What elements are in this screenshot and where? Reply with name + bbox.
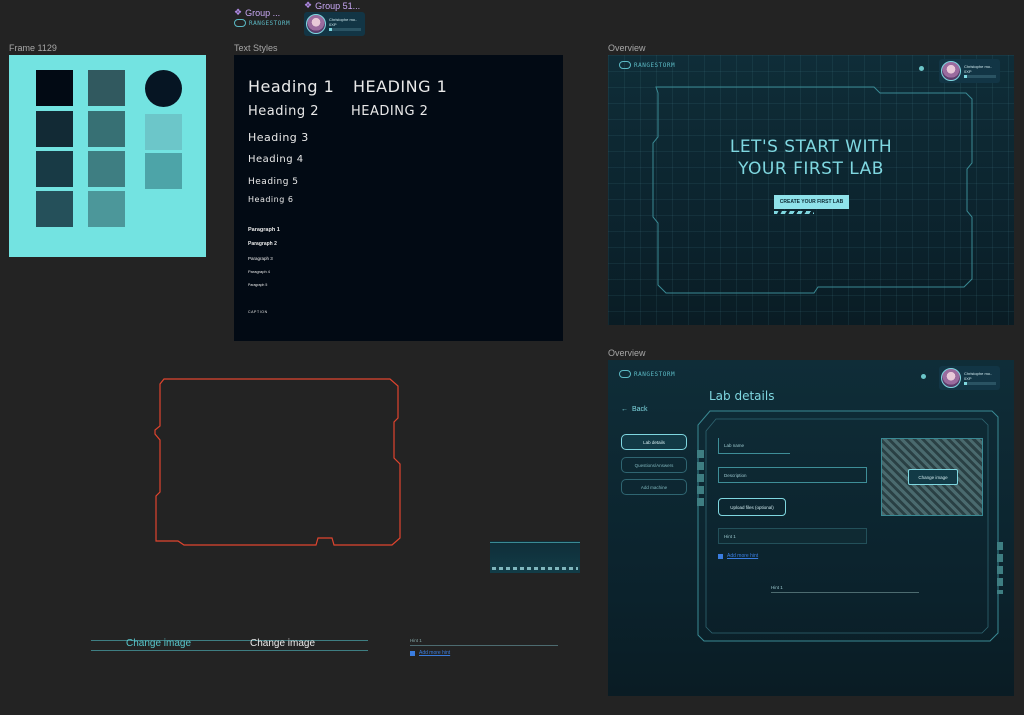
profile-card[interactable]: Christophe mo.. 0XP bbox=[939, 366, 1000, 390]
paragraph-4-sample: Paragraph 4 bbox=[248, 269, 271, 274]
frame-label-overview-1[interactable]: Overview bbox=[608, 43, 646, 53]
add-more-hint-link[interactable]: Add more hint bbox=[410, 650, 450, 656]
sci-fi-frame-border bbox=[652, 86, 973, 294]
heading-2-caps-sample: HEADING 2 bbox=[351, 104, 429, 119]
sidebar-item-questions-answers[interactable]: Questions/Answers bbox=[621, 457, 687, 473]
paragraph-2-sample: Paragraph 2 bbox=[248, 241, 277, 247]
profile-xp: 0XP bbox=[964, 376, 972, 381]
gradient-bar-widget bbox=[490, 541, 580, 573]
frame-label-overview-2[interactable]: Overview bbox=[608, 348, 646, 358]
heading-5-sample: Heading 5 bbox=[248, 177, 299, 187]
avatar bbox=[306, 14, 326, 34]
hint-label: Hint 1 bbox=[410, 638, 422, 643]
paragraph-5-sample: Paragraph 5 bbox=[248, 283, 268, 287]
notification-bell-icon[interactable] bbox=[919, 66, 924, 71]
logo-icon bbox=[234, 19, 246, 27]
paragraph-3-sample: Paragraph 3 bbox=[248, 256, 273, 261]
side-decoration-right bbox=[997, 542, 1003, 594]
hint-underline[interactable] bbox=[771, 592, 919, 593]
component-icon: ❖ bbox=[304, 0, 313, 10]
frame-label-1129[interactable]: Frame 1129 bbox=[9, 43, 57, 53]
color-swatch bbox=[145, 153, 182, 189]
change-image-label-cyan[interactable]: Change image bbox=[126, 638, 191, 649]
paragraph-1-sample: Paragraph 1 bbox=[248, 227, 280, 233]
add-icon bbox=[718, 553, 723, 559]
frame-shape-outline bbox=[154, 378, 401, 546]
color-palette-frame bbox=[9, 55, 206, 257]
component-name: Group ... bbox=[245, 7, 281, 18]
description-input[interactable]: Description bbox=[718, 467, 867, 483]
sidebar-item-add-machine[interactable]: Add machine bbox=[621, 479, 687, 495]
color-swatch bbox=[36, 70, 73, 106]
component-label-group-51[interactable]: ❖ Group 51... bbox=[304, 0, 360, 11]
profile-card[interactable]: Christophe mo.. 0XP bbox=[939, 59, 1000, 83]
color-swatch bbox=[36, 191, 73, 227]
hint-underline[interactable] bbox=[410, 645, 558, 646]
overview-empty-state-frame: RANGESTORM Christophe mo.. 0XP LET'S STA… bbox=[608, 55, 1014, 325]
upload-files-button[interactable]: Upload files (optional) bbox=[718, 498, 786, 516]
add-more-hint-text: Add more hint bbox=[727, 553, 759, 559]
avatar bbox=[941, 368, 961, 388]
color-swatch bbox=[88, 70, 125, 106]
logo-icon bbox=[619, 61, 631, 69]
xp-progress-bar bbox=[964, 382, 996, 385]
logo-text: RANGESTORM bbox=[634, 61, 676, 69]
page-title: Lab details bbox=[709, 389, 775, 403]
heading-6-sample: Heading 6 bbox=[248, 195, 294, 204]
segment-strip bbox=[492, 567, 578, 570]
notification-bell-icon[interactable] bbox=[921, 374, 926, 379]
color-swatch bbox=[88, 191, 125, 227]
profile-xp: 0XP bbox=[964, 69, 972, 74]
overview-lab-details-frame: RANGESTORM Christophe mo.. 0XP Lab detai… bbox=[608, 360, 1014, 696]
avatar bbox=[941, 61, 961, 81]
heading-1-sample: Heading 1 bbox=[248, 77, 335, 96]
rangestorm-logo: RANGESTORM bbox=[234, 19, 290, 27]
lab-name-input[interactable]: Lab name bbox=[718, 438, 790, 454]
heading-4-sample: Heading 4 bbox=[248, 154, 304, 165]
component-name: Group 51... bbox=[315, 0, 361, 11]
xp-progress-bar bbox=[964, 75, 996, 78]
back-button[interactable]: ← Back bbox=[621, 406, 648, 413]
arrow-left-icon: ← bbox=[621, 406, 628, 413]
heading-2-sample: Heading 2 bbox=[248, 104, 319, 119]
text-styles-frame: Heading 1 HEADING 1 Heading 2 HEADING 2 … bbox=[234, 55, 563, 341]
hint-label: Hint 1 bbox=[771, 585, 783, 590]
add-more-hint-link[interactable]: Add more hint bbox=[718, 553, 758, 559]
profile-card[interactable]: Christophe mo.. 0XP bbox=[304, 12, 365, 36]
add-icon bbox=[410, 650, 415, 656]
add-more-hint-text: Add more hint bbox=[419, 650, 451, 656]
logo-text: RANGESTORM bbox=[634, 370, 676, 378]
change-image-button[interactable]: Change image bbox=[908, 469, 958, 485]
hint-input[interactable]: Hint 1 bbox=[718, 528, 867, 544]
profile-xp: 0XP bbox=[329, 22, 337, 27]
side-decoration-left bbox=[697, 450, 704, 508]
logo-icon bbox=[619, 370, 631, 378]
frame-label-text-styles[interactable]: Text Styles bbox=[234, 43, 278, 53]
component-label-group[interactable]: ❖ Group ... bbox=[234, 7, 280, 18]
button-stripe-decoration bbox=[774, 211, 814, 214]
sidebar-item-lab-details[interactable]: Lab details bbox=[621, 434, 687, 450]
hero-title-line-2: YOUR FIRST LAB bbox=[738, 159, 884, 179]
change-image-label-white[interactable]: Change image bbox=[250, 638, 315, 649]
back-label: Back bbox=[632, 406, 648, 413]
logo-text: RANGESTORM bbox=[249, 19, 291, 27]
heading-3-sample: Heading 3 bbox=[248, 131, 309, 144]
caption-sample: CAPTION bbox=[248, 310, 268, 314]
heading-1-caps-sample: HEADING 1 bbox=[353, 77, 448, 96]
component-icon: ❖ bbox=[234, 7, 243, 17]
hero-title-line-1: LET'S START WITH bbox=[729, 137, 893, 157]
create-first-lab-button[interactable]: CREATE YOUR FIRST LAB bbox=[774, 195, 849, 209]
color-swatch bbox=[145, 114, 182, 150]
color-swatch bbox=[88, 111, 125, 147]
color-swatch-circle bbox=[145, 70, 182, 107]
color-swatch bbox=[36, 111, 73, 147]
color-swatch bbox=[36, 151, 73, 187]
xp-progress-bar bbox=[329, 28, 361, 31]
rangestorm-logo: RANGESTORM bbox=[619, 370, 675, 378]
rangestorm-logo: RANGESTORM bbox=[619, 61, 675, 69]
divider bbox=[490, 542, 580, 543]
color-swatch bbox=[88, 151, 125, 187]
